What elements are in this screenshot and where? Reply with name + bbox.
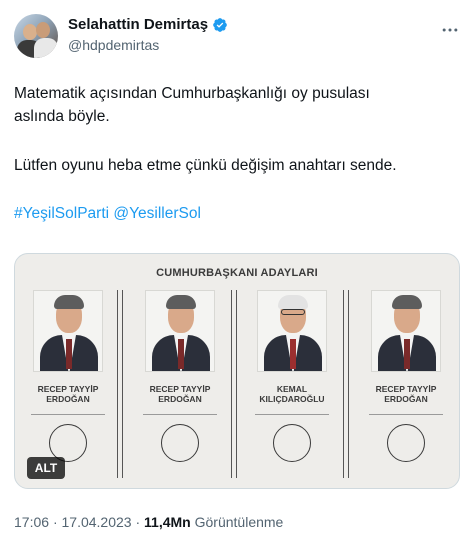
candidate-photo — [145, 290, 215, 372]
hashtag-link[interactable]: #YeşilSolParti — [14, 205, 109, 222]
candidate-name: RECEP TAYYİP ERDOĞAN — [375, 384, 437, 404]
verified-badge-icon — [213, 17, 227, 32]
candidate-name: KEMAL KILIÇDAROĞLU — [259, 384, 325, 404]
candidate-card: RECEP TAYYİP ERDOĞAN — [23, 284, 113, 484]
ballot-title: CUMHURBAŞKANI ADAYLARI — [156, 267, 318, 279]
tweet-meta: 17:06 · 17.04.2023 · 11,4Mn Görüntülenme — [14, 514, 283, 530]
views-count[interactable]: 11,4Mn — [144, 514, 191, 530]
author-handle[interactable]: @hdpdemirtas — [68, 37, 159, 53]
vote-circle — [161, 424, 199, 462]
vote-circle — [387, 424, 425, 462]
ballot-divider — [117, 290, 123, 478]
tweet-header: Selahattin Demirtaş @hdpdemirtas — [14, 14, 460, 62]
views-label: Görüntülenme — [194, 514, 284, 530]
avatar[interactable] — [14, 14, 58, 58]
author-display-name[interactable]: Selahattin Demirtaş — [68, 16, 208, 33]
meta-separator: · — [52, 514, 58, 530]
candidate-photo — [257, 290, 327, 372]
candidate-card: KEMAL KILIÇDAROĞLU — [247, 284, 337, 484]
candidate-photo — [33, 290, 103, 372]
tweet-time[interactable]: 17:06 — [14, 514, 49, 530]
ballot-divider — [343, 290, 349, 478]
tweet-date[interactable]: 17.04.2023 — [62, 514, 132, 530]
author-name-row[interactable]: Selahattin Demirtaş — [68, 16, 228, 33]
alt-text-button[interactable]: ALT — [27, 457, 65, 479]
tweet-media-image[interactable]: CUMHURBAŞKANI ADAYLARI RECEP TAYYİP ERDOĞ… — [14, 253, 460, 489]
more-options-icon[interactable] — [440, 20, 460, 40]
vote-circle — [273, 424, 311, 462]
candidate-photo — [371, 290, 441, 372]
tweet-text-line: Lütfen oyunu heba etme çünkü değişim ana… — [14, 157, 397, 174]
candidate-name: RECEP TAYYİP ERDOĞAN — [37, 384, 99, 404]
tweet-text-line: aslında böyle. — [14, 108, 110, 125]
candidate-card: RECEP TAYYİP ERDOĞAN — [361, 284, 451, 484]
tweet-tags: #YeşilSolParti @YesillerSol — [14, 205, 201, 223]
mention-link[interactable]: @YesillerSol — [113, 205, 201, 222]
candidate-name: RECEP TAYYİP ERDOĞAN — [149, 384, 211, 404]
meta-separator: · — [135, 514, 141, 530]
candidate-card: RECEP TAYYİP ERDOĞAN — [135, 284, 225, 484]
ballot-divider — [231, 290, 237, 478]
tweet-text-line: Matematik açısından Cumhurbaşkanlığı oy … — [14, 85, 370, 102]
